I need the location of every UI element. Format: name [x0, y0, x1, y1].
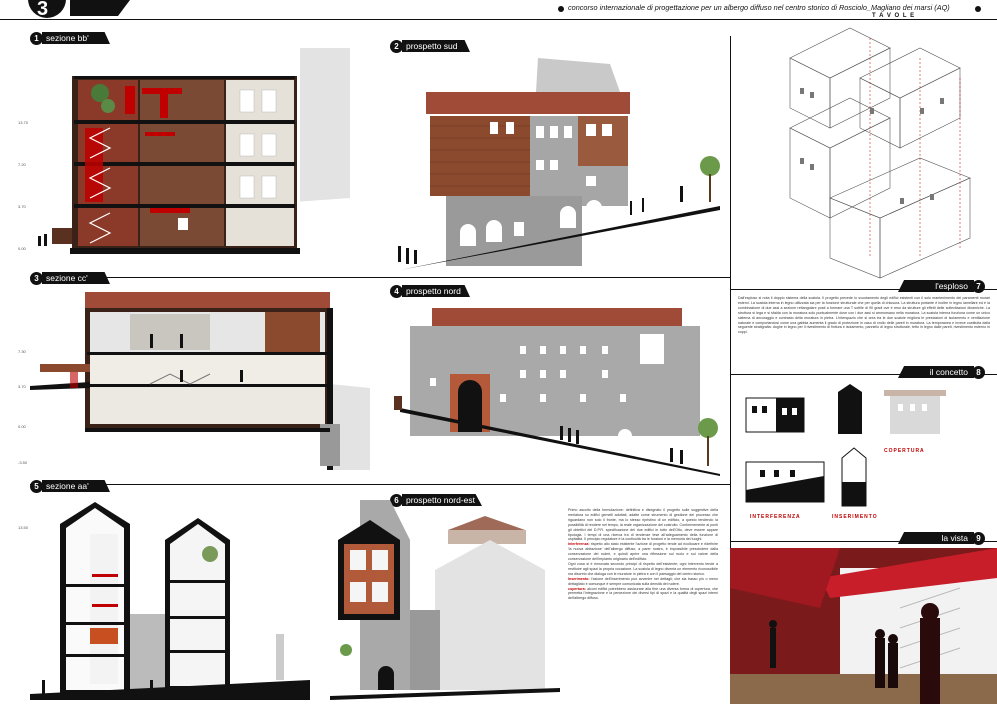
header-black-stripe	[70, 0, 130, 16]
tab-prospetto-nord: prospetto nord	[402, 285, 470, 297]
inserimento-text: l'azione dell'inserimento può avvenire n…	[568, 576, 718, 586]
tab-sezione-bb: sezione bb'	[42, 32, 110, 44]
tab-prospetto-sud: prospetto sud	[402, 40, 470, 52]
section-number-2: 2	[390, 40, 403, 53]
concept-diagrams: COPERTURA INTERFERENZA INSERIMENTO	[740, 380, 992, 530]
section-number-4: 4	[390, 285, 403, 298]
tab-sezione-aa: sezione aa'	[42, 480, 110, 492]
interferenza-label: Interferenza:	[568, 542, 590, 547]
level-sec5-a: 13.50	[18, 525, 29, 530]
header-dot-right	[975, 6, 981, 12]
level-sec1-d: 0.00	[18, 246, 26, 251]
tab-la-vista: la vista	[898, 532, 974, 544]
interferenza-text: rispetto allo stato esistente l'azione d…	[568, 542, 718, 562]
header-title: concorso internazionale di progettazione…	[568, 3, 950, 12]
concept-sketch-4	[745, 461, 825, 503]
concept-label-interferenza: INTERFERENZA	[750, 514, 801, 520]
drawing-esploso	[789, 27, 971, 279]
page-number: 3	[37, 0, 49, 20]
level-sec3-a: 7.30	[18, 349, 26, 354]
level-sec1-c: 3.70	[18, 204, 26, 209]
concept-sketch-1	[745, 397, 805, 433]
concept-sketch-5	[841, 447, 867, 507]
vertical-divider	[730, 36, 731, 556]
concept-label-inserimento: INSERIMENTO	[832, 514, 878, 520]
esploso-paragraph: Dall'esploso si nota il doppio sistema d…	[738, 296, 990, 335]
header-bar: 3 concorso internazionale di progettazio…	[0, 0, 997, 20]
level-sec3-c: 0.00	[18, 424, 26, 429]
main-paragraph-1: Primo ascolto della formulazione: defini…	[568, 508, 718, 542]
drawing-prospetto-nord	[394, 308, 720, 476]
section-number-8: 8	[972, 366, 985, 379]
section-number-9: 9	[972, 532, 985, 545]
drawing-prospetto-sud	[398, 58, 720, 270]
drawing-sezione-cc	[30, 292, 370, 470]
copertura-label: copertura:	[568, 586, 586, 591]
main-text-column: Primo ascolto della formulazione: defini…	[568, 508, 718, 700]
drawing-sezione-bb	[30, 48, 350, 258]
tab-esploso: l'esploso	[898, 280, 974, 292]
tab-sezione-cc: sezione cc'	[42, 272, 110, 284]
level-sec1-b: 7.20	[18, 162, 26, 167]
divider-sec5	[30, 484, 730, 485]
level-sec3-d: -3.50	[18, 460, 28, 465]
drawing-sezione-aa	[30, 502, 310, 700]
main-paragraph-2: Ogni cosa si è rinnovata secondo princip…	[568, 561, 718, 576]
copertura-text: alcuni edifici potrebbero assicurare all…	[568, 586, 718, 601]
section-number-5: 5	[30, 480, 43, 493]
level-sec1-a: 13.70	[18, 120, 29, 125]
divider-sec3	[30, 277, 730, 278]
render-la-vista	[730, 548, 997, 704]
concept-label-copertura: COPERTURA	[884, 448, 925, 454]
concept-sketch-2	[838, 384, 862, 434]
header-dot-left	[558, 6, 564, 12]
tab-il-concetto: il concetto	[898, 366, 974, 378]
concept-sketch-3	[884, 390, 946, 434]
level-sec3-b: 3.70	[18, 384, 26, 389]
inserimento-label: Inserimento:	[568, 576, 590, 581]
section-number-1: 1	[30, 32, 43, 45]
section-number-7: 7	[972, 280, 985, 293]
drawing-prospetto-nord-est	[330, 500, 560, 700]
